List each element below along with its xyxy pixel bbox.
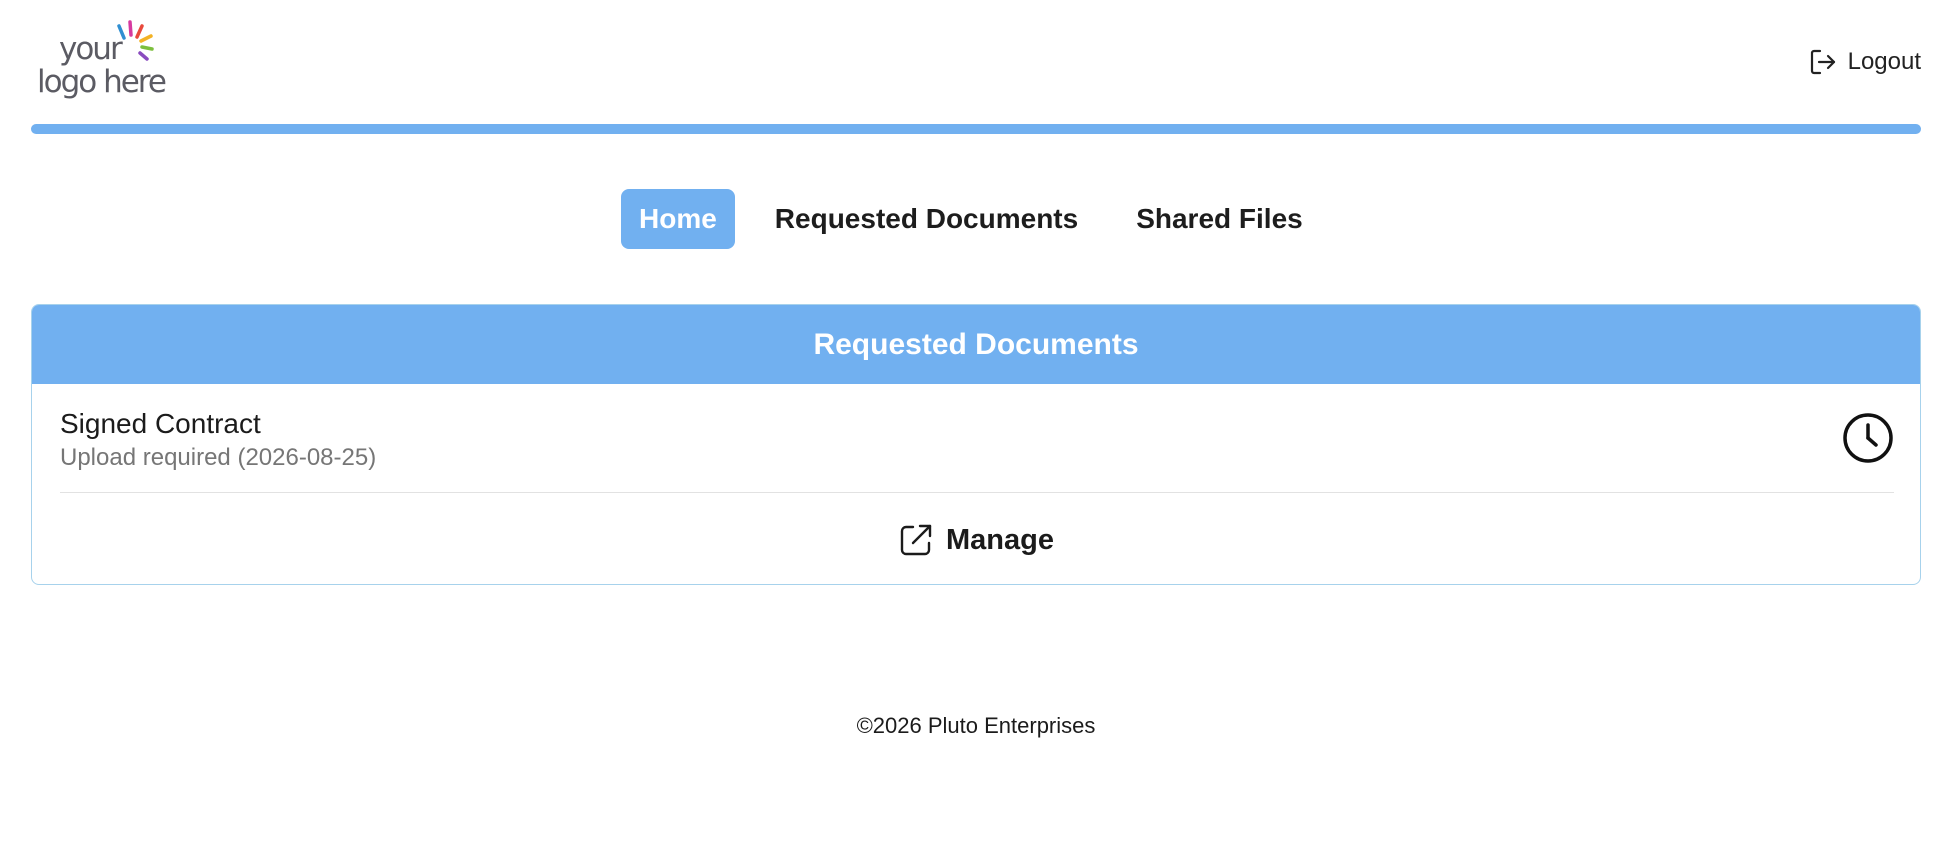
logout-button[interactable]: Logout: [1808, 44, 1921, 80]
manage-button[interactable]: Manage: [32, 515, 1920, 565]
document-row[interactable]: Signed Contract Upload required (2026-08…: [60, 384, 1894, 493]
card-title: Requested Documents: [32, 305, 1920, 384]
header-accent-bar: [31, 124, 1921, 134]
nav-item-shared-files[interactable]: Shared Files: [1118, 189, 1321, 249]
nav-item-home[interactable]: Home: [621, 189, 735, 249]
logout-label: Logout: [1847, 48, 1921, 75]
nav-item-requested-documents[interactable]: Requested Documents: [757, 189, 1096, 249]
document-status: Upload required (2026-08-25): [60, 444, 377, 471]
external-link-icon: [900, 524, 932, 556]
document-name: Signed Contract: [60, 408, 261, 439]
logout-icon: [1810, 49, 1835, 75]
company-logo[interactable]: your logo here: [37, 20, 177, 104]
clock-icon: [1843, 413, 1893, 463]
header: your logo here Logout: [31, 0, 1921, 124]
main-nav: Home Requested Documents Shared Files: [621, 189, 1343, 249]
manage-label: Manage: [946, 523, 1054, 556]
logo-text-line2: logo here: [37, 64, 167, 100]
footer-copyright: ©2026 Pluto Enterprises: [856, 713, 1096, 738]
requested-documents-card: Requested Documents Signed Contract Uplo…: [31, 304, 1921, 585]
logo-text-line1: your: [59, 31, 123, 67]
